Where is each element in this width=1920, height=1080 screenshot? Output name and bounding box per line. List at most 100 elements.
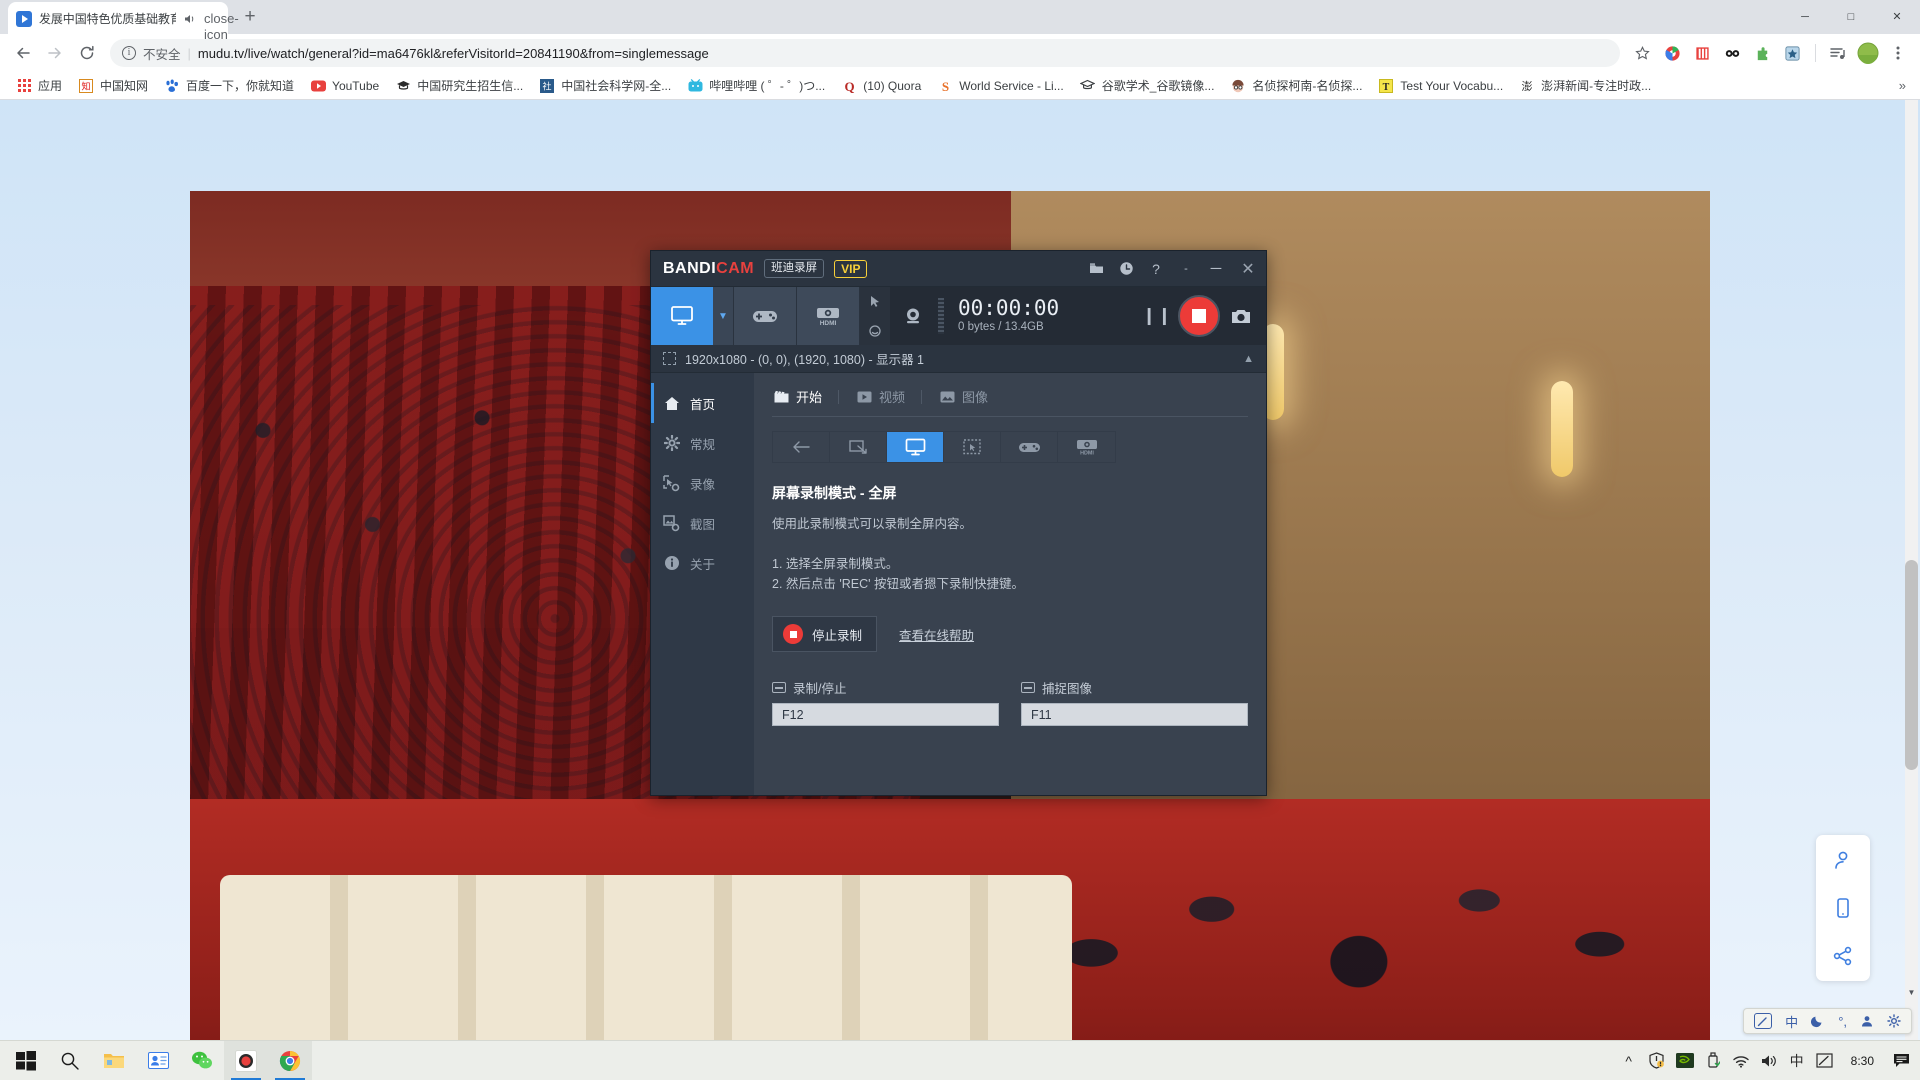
pen-box-icon[interactable]: [1754, 1013, 1773, 1029]
mode-device-record-button[interactable]: HDMI: [797, 287, 859, 345]
sidebar-item-about[interactable]: 关于: [651, 543, 754, 583]
chrome-taskbar-icon[interactable]: [268, 1040, 312, 1080]
tab-image[interactable]: 图像: [938, 387, 1004, 406]
wifi-icon[interactable]: [1727, 1041, 1755, 1080]
bookmark-quora[interactable]: Q (10) Quora: [833, 76, 929, 96]
mode-device-button[interactable]: HDMI: [1058, 432, 1115, 462]
person-icon[interactable]: [1830, 847, 1856, 873]
forward-button[interactable]: [40, 38, 70, 68]
address-bar[interactable]: i 不安全 | mudu.tv/live/watch/general?id=ma…: [110, 39, 1620, 67]
webcam-icon[interactable]: [890, 287, 936, 345]
chevron-down-icon[interactable]: ▼: [713, 287, 733, 345]
pause-icon[interactable]: ❙❙: [1142, 306, 1172, 326]
sidebar-item-video[interactable]: 录像: [651, 463, 754, 503]
close-icon[interactable]: ✕: [1232, 254, 1264, 284]
hotkey-capture-input[interactable]: F11: [1021, 703, 1248, 726]
close-icon[interactable]: close-icon: [204, 11, 239, 42]
mode-game-record-button[interactable]: [734, 287, 796, 345]
chevron-up-icon[interactable]: ^: [1615, 1041, 1643, 1080]
playlist-icon[interactable]: [1824, 39, 1852, 67]
volume-icon[interactable]: [1755, 1041, 1783, 1080]
gear-icon[interactable]: [1887, 1014, 1901, 1028]
mode-rectangle-button[interactable]: [830, 432, 887, 462]
contacts-icon[interactable]: [136, 1041, 180, 1080]
kebab-menu-icon[interactable]: [1884, 39, 1912, 67]
moon-icon[interactable]: [1811, 1014, 1825, 1028]
bookmark-thepaper[interactable]: 澎 澎湃新闻-专注时政...: [1511, 75, 1659, 96]
new-tab-button[interactable]: +: [236, 3, 264, 31]
bookmark-youtube[interactable]: YouTube: [302, 76, 387, 96]
book-icon[interactable]: [1688, 39, 1716, 67]
share-icon[interactable]: [1830, 943, 1856, 969]
bookmark-conan[interactable]: 名侦探柯南-名侦探...: [1222, 75, 1370, 96]
chevron-up-icon[interactable]: ▲: [1243, 353, 1254, 365]
drawing-icon[interactable]: [860, 316, 890, 345]
usb-icon[interactable]: [1699, 1041, 1727, 1080]
mobile-icon[interactable]: [1830, 895, 1856, 921]
circle-logo-icon[interactable]: [1658, 39, 1686, 67]
reload-button[interactable]: [72, 38, 102, 68]
bookmark-world-service[interactable]: S World Service - Li...: [929, 76, 1071, 96]
speaker-icon[interactable]: [183, 13, 197, 25]
sidebar-item-general[interactable]: 常规: [651, 423, 754, 463]
start-button[interactable]: [4, 1041, 48, 1080]
mode-back-button[interactable]: [773, 432, 830, 462]
ime-chinese-icon[interactable]: 中: [1783, 1041, 1811, 1080]
star-box-icon[interactable]: [1778, 39, 1806, 67]
window-maximize-button[interactable]: □: [1828, 0, 1874, 33]
minimize-icon[interactable]: ─: [1202, 254, 1230, 284]
minimize-small-icon[interactable]: -: [1172, 254, 1200, 284]
scrollbar-down-arrow[interactable]: ▼: [1905, 986, 1918, 1000]
profile-avatar-icon[interactable]: [1854, 39, 1882, 67]
bookmark-apps[interactable]: 应用: [8, 75, 70, 96]
bookmark-test-vocabulary[interactable]: T Test Your Vocabu...: [1370, 76, 1511, 96]
clock-icon[interactable]: [1112, 254, 1140, 284]
capture-target-bar[interactable]: 1920x1080 - (0, 0), (1920, 1080) - 显示器 1…: [651, 345, 1266, 373]
bookmark-cssn[interactable]: 社 中国社会科学网-全...: [531, 75, 679, 96]
bookmark-bilibili[interactable]: 哔哩哔哩 ( ゜- ゜)つ...: [679, 75, 833, 96]
tab-start[interactable]: 开始: [772, 387, 838, 406]
window-minimize-button[interactable]: ─: [1782, 0, 1828, 33]
online-help-link[interactable]: 查看在线帮助: [899, 625, 974, 644]
window-close-button[interactable]: ✕: [1874, 0, 1920, 33]
scrollbar-thumb[interactable]: [1905, 560, 1918, 770]
help-icon[interactable]: ?: [1142, 254, 1170, 284]
bandicam-taskbar-icon[interactable]: [224, 1040, 268, 1080]
user-icon[interactable]: [1860, 1014, 1874, 1028]
browser-tab[interactable]: 发展中国特色优质基础教育 close-icon: [8, 2, 239, 42]
sidebar-item-home[interactable]: 首页: [651, 383, 754, 423]
bookmarks-overflow-button[interactable]: »: [1893, 76, 1912, 95]
stop-recording-button[interactable]: 停止录制: [772, 616, 878, 652]
stop-record-button[interactable]: [1178, 295, 1220, 337]
pen-box-icon[interactable]: [1811, 1041, 1839, 1080]
bookmark-google-scholar[interactable]: 谷歌学术_谷歌镜像...: [1072, 75, 1223, 96]
mode-screen-record-button[interactable]: [651, 287, 713, 345]
camera-icon[interactable]: [1230, 308, 1256, 325]
vip-badge[interactable]: VIP: [834, 259, 868, 278]
bandicam-window[interactable]: BANDICAM 班迪录屏 VIP ? - ─ ✕ ▼ HDMI 00:00:0…: [650, 250, 1267, 796]
sidebar-item-screenshot[interactable]: 截图: [651, 503, 754, 543]
tab-video[interactable]: 视频: [855, 387, 921, 406]
mode-around-mouse-button[interactable]: [944, 432, 1001, 462]
notification-icon[interactable]: [1886, 1041, 1916, 1080]
puzzle-icon[interactable]: [1748, 39, 1776, 67]
shield-warning-icon[interactable]: [1643, 1041, 1671, 1080]
mode-fullscreen-button[interactable]: [887, 432, 944, 462]
back-button[interactable]: [8, 38, 38, 68]
hotkey-record-input[interactable]: F12: [772, 703, 999, 726]
wechat-icon[interactable]: [180, 1041, 224, 1080]
cursor-icon[interactable]: [860, 287, 890, 316]
folder-icon[interactable]: [1082, 254, 1110, 284]
chinese-mode-icon[interactable]: 中: [1785, 1012, 1798, 1031]
bookmark-cnki[interactable]: 知 中国知网: [70, 75, 156, 96]
bookmark-yanzhaowang[interactable]: 中国研究生招生信...: [387, 75, 531, 96]
mode-game-button[interactable]: [1001, 432, 1058, 462]
nvidia-icon[interactable]: [1671, 1041, 1699, 1080]
search-icon[interactable]: [48, 1041, 92, 1080]
punctuation-icon[interactable]: °,: [1838, 1014, 1847, 1029]
glasses-icon[interactable]: [1718, 39, 1746, 67]
bookmark-baidu[interactable]: 百度一下，你就知道: [156, 75, 302, 96]
bookmark-star-icon[interactable]: [1628, 39, 1656, 67]
file-explorer-icon[interactable]: [92, 1041, 136, 1080]
taskbar-clock[interactable]: 8:30: [1839, 1054, 1886, 1068]
